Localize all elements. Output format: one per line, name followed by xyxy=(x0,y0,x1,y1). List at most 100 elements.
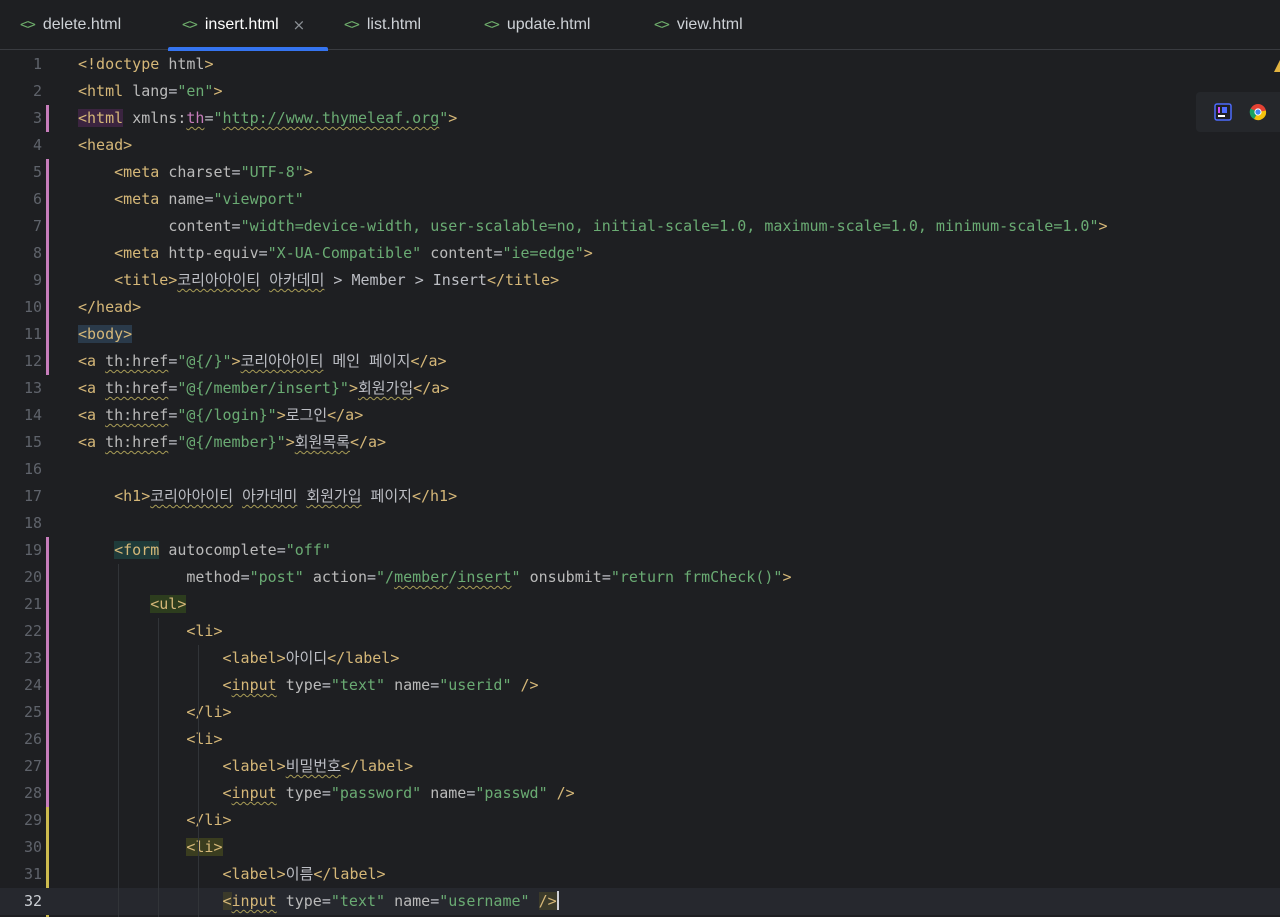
code-token: = xyxy=(231,163,241,181)
code-token: <label> xyxy=(222,757,286,775)
code-line[interactable]: 23 <label>아이디</label> xyxy=(0,645,1280,672)
code-line[interactable]: 5 <meta charset="UTF-8"> xyxy=(0,159,1280,186)
code-token: = xyxy=(430,676,440,694)
code-token: 아카데미 xyxy=(269,271,325,289)
code-line[interactable]: 21 <ul> xyxy=(0,591,1280,618)
code-token: lang xyxy=(132,82,169,100)
code-token: content xyxy=(168,217,232,235)
code-line[interactable]: 14 <a th:href="@{/login}">로그인</a> xyxy=(0,402,1280,429)
code-token: "/ xyxy=(376,568,395,586)
code-token: > xyxy=(303,163,313,181)
code-token: = xyxy=(231,217,241,235)
code-line[interactable]: 9 <title>코리아아이티 아카데미 > Member > Insert</… xyxy=(0,267,1280,294)
code-token: th:href xyxy=(105,406,169,424)
code-line[interactable]: 11 <body> xyxy=(0,321,1280,348)
code-token: "text" xyxy=(330,676,386,694)
line-number: 9 xyxy=(32,271,42,289)
line-number: 17 xyxy=(23,487,42,505)
code-token: method xyxy=(186,568,241,586)
code-token: > xyxy=(276,406,286,424)
code-line[interactable]: 3 <html xmlns:th="http://www.thymeleaf.or… xyxy=(0,105,1280,132)
code-line[interactable]: 32 <input type="text" name="username" /> xyxy=(0,888,1280,915)
code-text: <input type="text" name="userid" /> xyxy=(78,672,539,699)
code-token: <meta xyxy=(114,244,169,262)
code-token: <meta xyxy=(114,190,169,208)
code-text: <body> xyxy=(78,321,133,348)
line-number: 1 xyxy=(32,55,42,73)
code-line[interactable]: 8 <meta http-equiv="X-UA-Compatible" con… xyxy=(0,240,1280,267)
code-line[interactable]: 1 <!doctype html> xyxy=(0,51,1280,78)
code-text: <html lang="en"> xyxy=(78,78,223,105)
line-number: 25 xyxy=(23,703,42,721)
code-token: <html xyxy=(78,109,124,127)
code-token: > xyxy=(782,568,792,586)
code-text: <li> xyxy=(78,618,222,645)
code-line[interactable]: 18 xyxy=(0,510,1280,537)
code-token: > xyxy=(204,55,214,73)
chrome-icon[interactable] xyxy=(1249,103,1267,121)
code-line[interactable]: 22 <li> xyxy=(0,618,1280,645)
code-line[interactable]: 20 method="post" action="/member/insert"… xyxy=(0,564,1280,591)
code-line[interactable]: 29 </li> xyxy=(0,807,1280,834)
code-line[interactable]: 25 </li> xyxy=(0,699,1280,726)
code-editor[interactable]: 1 <!doctype html> 2 <html lang="en"> 3 <html … xyxy=(0,51,1280,917)
code-token: type xyxy=(285,892,322,910)
code-token: = xyxy=(321,676,331,694)
line-number: 11 xyxy=(23,325,42,343)
code-line[interactable]: 17 <h1>코리아아이티 아카데미 회원가입 페이지</h1> xyxy=(0,483,1280,510)
code-token: html xyxy=(168,55,205,73)
code-line[interactable]: 15 <a th:href="@{/member}">회원목록</a> xyxy=(0,429,1280,456)
line-number: 32 xyxy=(23,892,42,910)
line-number: 5 xyxy=(32,163,42,181)
tab-insert-html[interactable]: <> insert.html × xyxy=(168,0,328,51)
code-token: 이름 xyxy=(285,865,314,883)
code-token: http://www.thymeleaf.org xyxy=(222,109,440,127)
code-line[interactable]: 19 <form autocomplete="off" xyxy=(0,537,1280,564)
code-line[interactable]: 31 <label>이름</label> xyxy=(0,861,1280,888)
code-line[interactable]: 7 content="width=device-width, user-scal… xyxy=(0,213,1280,240)
code-line[interactable]: 2 <html lang="en"> xyxy=(0,78,1280,105)
code-token: <label> xyxy=(222,649,286,667)
code-line[interactable]: 4 <head> xyxy=(0,132,1280,159)
code-token: <html xyxy=(78,82,133,100)
code-line[interactable]: 30 <li> xyxy=(0,834,1280,861)
code-line[interactable]: 28 <input type="password" name="passwd" … xyxy=(0,780,1280,807)
code-token: type xyxy=(285,784,322,802)
code-line[interactable]: 10 </head> xyxy=(0,294,1280,321)
code-token: /> xyxy=(520,676,539,694)
intellij-icon[interactable] xyxy=(1214,103,1232,121)
tab-delete-html[interactable]: <> delete.html xyxy=(20,0,121,50)
code-token: 페이지 xyxy=(361,487,412,505)
warning-icon[interactable] xyxy=(1272,58,1280,74)
code-token: = xyxy=(168,433,178,451)
code-line[interactable]: 6 <meta name="viewport" xyxy=(0,186,1280,213)
code-token: 아카데미 xyxy=(242,487,298,505)
code-token: "passwd" xyxy=(475,784,548,802)
code-token: name xyxy=(430,784,467,802)
code-line[interactable]: 27 <label>비밀번호</label> xyxy=(0,753,1280,780)
tab-view-html[interactable]: <> view.html xyxy=(654,0,743,50)
code-token: name xyxy=(394,676,431,694)
code-token: = xyxy=(258,244,268,262)
code-token: "post" xyxy=(249,568,304,586)
code-line[interactable]: 13 <a th:href="@{/member/insert}">회원가입</a… xyxy=(0,375,1280,402)
code-line[interactable]: 16 xyxy=(0,456,1280,483)
code-token: "password" xyxy=(330,784,422,802)
code-token: > xyxy=(231,352,241,370)
code-token: <a xyxy=(78,352,106,370)
code-token: "en" xyxy=(177,82,214,100)
tab-list-html[interactable]: <> list.html xyxy=(344,0,421,50)
code-token: 코리아아이티 xyxy=(240,352,324,370)
code-line[interactable]: 24 <input type="text" name="userid" /> xyxy=(0,672,1280,699)
code-line[interactable]: 26 <li> xyxy=(0,726,1280,753)
code-line[interactable]: 12 <a th:href="@{/}">코리아아이티 메인 페이지</a> xyxy=(0,348,1280,375)
code-text: <title>코리아아이티 아카데미 > Member > Insert</ti… xyxy=(78,267,559,294)
close-icon[interactable]: × xyxy=(293,16,306,34)
tab-update-html[interactable]: <> update.html xyxy=(484,0,590,50)
code-token: 코리아아이티 xyxy=(150,487,234,505)
